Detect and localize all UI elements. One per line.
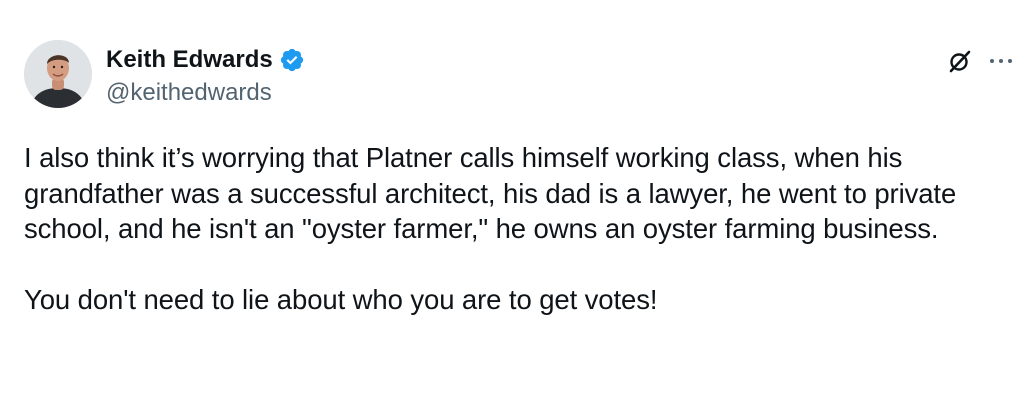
tweet-paragraph: You don't need to lie about who you are … (24, 283, 658, 315)
avatar-image (24, 40, 92, 108)
tweet-text: I also think it’s worrying that Platner … (24, 140, 1014, 317)
tweet-paragraph: I also think it’s worrying that Platner … (24, 142, 957, 244)
tweet-card: Keith Edwards @keithedwards I also think… (0, 0, 1031, 414)
avatar[interactable] (24, 40, 92, 108)
user-handle[interactable]: @keithedwards (106, 78, 305, 108)
more-options-icon[interactable] (989, 57, 1013, 65)
display-name-row: Keith Edwards (106, 44, 305, 76)
verified-badge-icon (279, 47, 305, 73)
display-name[interactable]: Keith Edwards (106, 45, 273, 75)
tweet-header: Keith Edwards @keithedwards (24, 40, 1013, 112)
header-actions (947, 48, 1013, 74)
grok-icon[interactable] (947, 48, 973, 74)
author-names: Keith Edwards @keithedwards (106, 44, 305, 108)
